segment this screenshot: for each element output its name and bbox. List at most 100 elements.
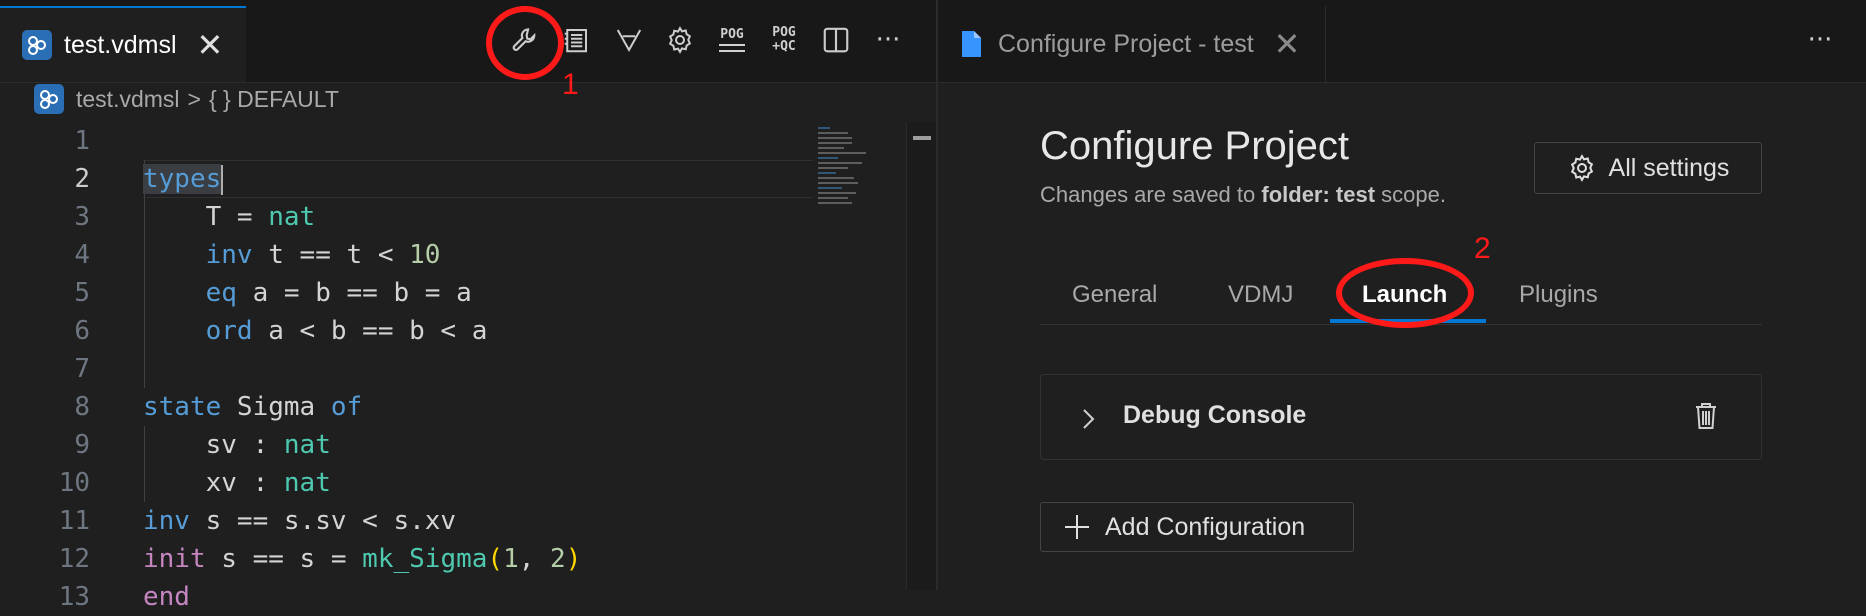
filter-icon[interactable] (609, 20, 649, 60)
page-title: Configure Project (1040, 124, 1350, 168)
code-line-3: T = nat (143, 198, 316, 236)
vdmsl-file-icon (22, 30, 52, 60)
gear-icon[interactable] (660, 20, 700, 60)
tab-label: Configure Project - test (998, 29, 1254, 58)
line-number: 7 (74, 354, 90, 384)
code-token: mk_Sigma (362, 544, 488, 574)
pog-button[interactable]: POG (712, 20, 752, 60)
editor-tabbar: test.vdmsl ✕ POG POG +QC ··· (0, 0, 936, 83)
more-actions-icon[interactable]: ··· (868, 20, 908, 60)
line-number: 6 (74, 316, 90, 346)
chevron-right-icon: > (187, 85, 201, 112)
code-token: ord (205, 316, 253, 346)
breadcrumb: test.vdmsl > { } DEFAULT (34, 82, 339, 116)
code-token: T = (143, 202, 269, 232)
chevron-right-icon[interactable] (1081, 407, 1095, 431)
line-number: 3 (74, 202, 90, 232)
line-number: 10 (58, 468, 90, 498)
code-token: ) (565, 544, 582, 574)
code-token: types (143, 164, 222, 194)
line-number: 5 (74, 278, 90, 308)
code-token: nat (283, 468, 331, 498)
tab-vdmj[interactable]: VDMJ (1228, 266, 1293, 324)
all-settings-label: All settings (1608, 153, 1730, 182)
pog-label: POG (720, 27, 744, 42)
line-number: 12 (58, 544, 90, 574)
code-token: s == s = (205, 544, 363, 574)
vertical-scrollbar[interactable] (906, 122, 937, 590)
add-configuration-button[interactable]: Add Configuration (1040, 502, 1354, 552)
code-token: s == s.sv < s.xv (189, 506, 457, 536)
close-icon[interactable]: ✕ (1274, 28, 1301, 60)
minimap[interactable] (818, 124, 878, 274)
code-token: init (143, 544, 206, 574)
line-number: 4 (74, 240, 90, 270)
text-cursor (221, 164, 224, 195)
code-line-5: eq a = b == b = a (143, 274, 472, 312)
line-number: 2 (74, 164, 90, 194)
code-token: end (143, 582, 190, 612)
code-token: eq (205, 278, 237, 308)
pog-qc-bottom-label: +QC (772, 39, 796, 54)
code-line-13: end (143, 578, 190, 616)
code-line-10: xv : nat (143, 464, 331, 502)
scope-text-end: scope. (1375, 182, 1446, 207)
code-token: t == t < (252, 240, 410, 270)
tab-label: test.vdmsl (64, 30, 177, 59)
launch-config-card[interactable]: Debug Console (1040, 374, 1762, 460)
file-icon (960, 30, 982, 58)
config-tabbar: Configure Project - test ✕ ··· (938, 0, 1866, 83)
annotation-number-2: 2 (1474, 232, 1491, 265)
line-number: 11 (58, 506, 90, 536)
more-actions-icon[interactable]: ··· (1800, 20, 1840, 60)
code-line-4: inv t == t < 10 (143, 236, 441, 274)
overview-ruler-marker (913, 136, 931, 158)
breadcrumb-file[interactable]: test.vdmsl (76, 86, 180, 113)
tab-configure-project[interactable]: Configure Project - test ✕ (938, 6, 1326, 82)
code-token: sv : (143, 430, 284, 460)
code-line-9: sv : nat (143, 426, 331, 464)
code-token: inv (205, 240, 253, 270)
code-line-11: inv s == s.sv < s.xv (143, 502, 456, 540)
line-number: 9 (74, 430, 90, 460)
code-token: xv : (143, 468, 284, 498)
code-editor[interactable]: 1 2 3 4 5 6 7 8 9 10 11 12 13 types T = … (0, 122, 936, 612)
code-line-6: ord a < b == b < a (143, 312, 488, 350)
close-icon[interactable]: ✕ (197, 29, 224, 61)
gear-icon (1570, 154, 1593, 182)
tab-plugins[interactable]: Plugins (1519, 266, 1598, 324)
code-token: a = b == b = a (236, 278, 472, 308)
code-token: 10 (409, 240, 441, 270)
split-editor-icon[interactable] (816, 20, 856, 60)
current-line-highlight (143, 160, 813, 198)
vdmsl-file-icon (34, 84, 64, 114)
add-configuration-label: Add Configuration (1105, 512, 1306, 541)
code-line-2: types (143, 160, 224, 198)
line-number: 13 (58, 582, 90, 612)
editor-pane: test.vdmsl ✕ POG POG +QC ··· 1 test.vdms… (0, 0, 937, 612)
scope-folder: folder: test (1261, 182, 1376, 207)
breadcrumb-symbol[interactable]: { } DEFAULT (209, 86, 339, 113)
code-token: inv (143, 506, 190, 536)
code-token: state (143, 392, 222, 422)
code-token: Sigma (221, 392, 331, 422)
code-line-8: state Sigma of (143, 388, 362, 426)
code-token: ( (487, 544, 504, 574)
code-token: , (518, 544, 551, 574)
line-number: 8 (74, 392, 90, 422)
annotation-circle-2 (1336, 258, 1474, 328)
annotation-number-1: 1 (562, 68, 579, 101)
pog-qc-button[interactable]: POG +QC (764, 20, 804, 60)
tab-test-vdmsl[interactable]: test.vdmsl ✕ (0, 6, 246, 82)
code-token: 2 (550, 544, 566, 574)
trash-icon[interactable] (1693, 401, 1719, 431)
code-token: nat (283, 430, 331, 460)
all-settings-button[interactable]: All settings (1534, 142, 1762, 194)
code-line-12: init s == s = mk_Sigma(1, 2) (143, 540, 581, 578)
code-token: a < b == b < a (252, 316, 488, 346)
code-token: of (330, 392, 363, 422)
tab-general[interactable]: General (1072, 266, 1157, 324)
